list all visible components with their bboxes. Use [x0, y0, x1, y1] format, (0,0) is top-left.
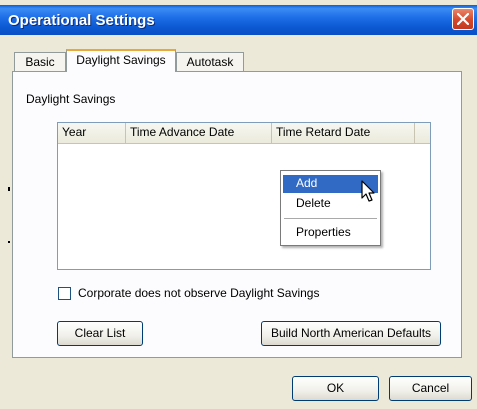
column-header-time-retard-date[interactable]: Time Retard Date	[272, 123, 415, 143]
menu-separator	[284, 218, 377, 219]
tab-basic-label: Basic	[25, 55, 55, 69]
clear-list-button[interactable]: Clear List	[57, 321, 143, 346]
column-header-filler	[415, 123, 430, 143]
build-north-american-defaults-button[interactable]: Build North American Defaults	[261, 321, 441, 346]
close-button[interactable]	[452, 8, 474, 30]
column-header-year[interactable]: Year	[58, 123, 126, 143]
list-header: Year Time Advance Date Time Retard Date	[58, 123, 430, 144]
menu-item-properties[interactable]: Properties	[283, 224, 378, 242]
daylight-savings-group-label: Daylight Savings	[26, 92, 116, 106]
mouse-pointer-icon	[361, 180, 375, 202]
corporate-no-dst-label[interactable]: Corporate does not observe Daylight Savi…	[78, 286, 319, 300]
tab-daylight-savings[interactable]: Daylight Savings	[66, 49, 176, 72]
cancel-button[interactable]: Cancel	[389, 376, 472, 401]
window-title: Operational Settings	[8, 12, 155, 29]
background-artifact	[8, 241, 10, 243]
corporate-no-dst-checkbox[interactable]	[58, 287, 71, 300]
background-artifact	[8, 187, 10, 191]
operational-settings-dialog: Operational Settings Basic Daylight Savi…	[0, 0, 477, 409]
tab-autotask-label: Autotask	[186, 55, 234, 69]
tab-basic[interactable]: Basic	[14, 52, 66, 72]
tab-autotask[interactable]: Autotask	[176, 52, 244, 72]
title-bar[interactable]: Operational Settings	[0, 5, 477, 35]
column-header-time-advance-date[interactable]: Time Advance Date	[126, 123, 272, 143]
ok-button[interactable]: OK	[292, 376, 379, 401]
tab-daylight-savings-label: Daylight Savings	[76, 53, 166, 67]
close-icon	[457, 13, 469, 25]
